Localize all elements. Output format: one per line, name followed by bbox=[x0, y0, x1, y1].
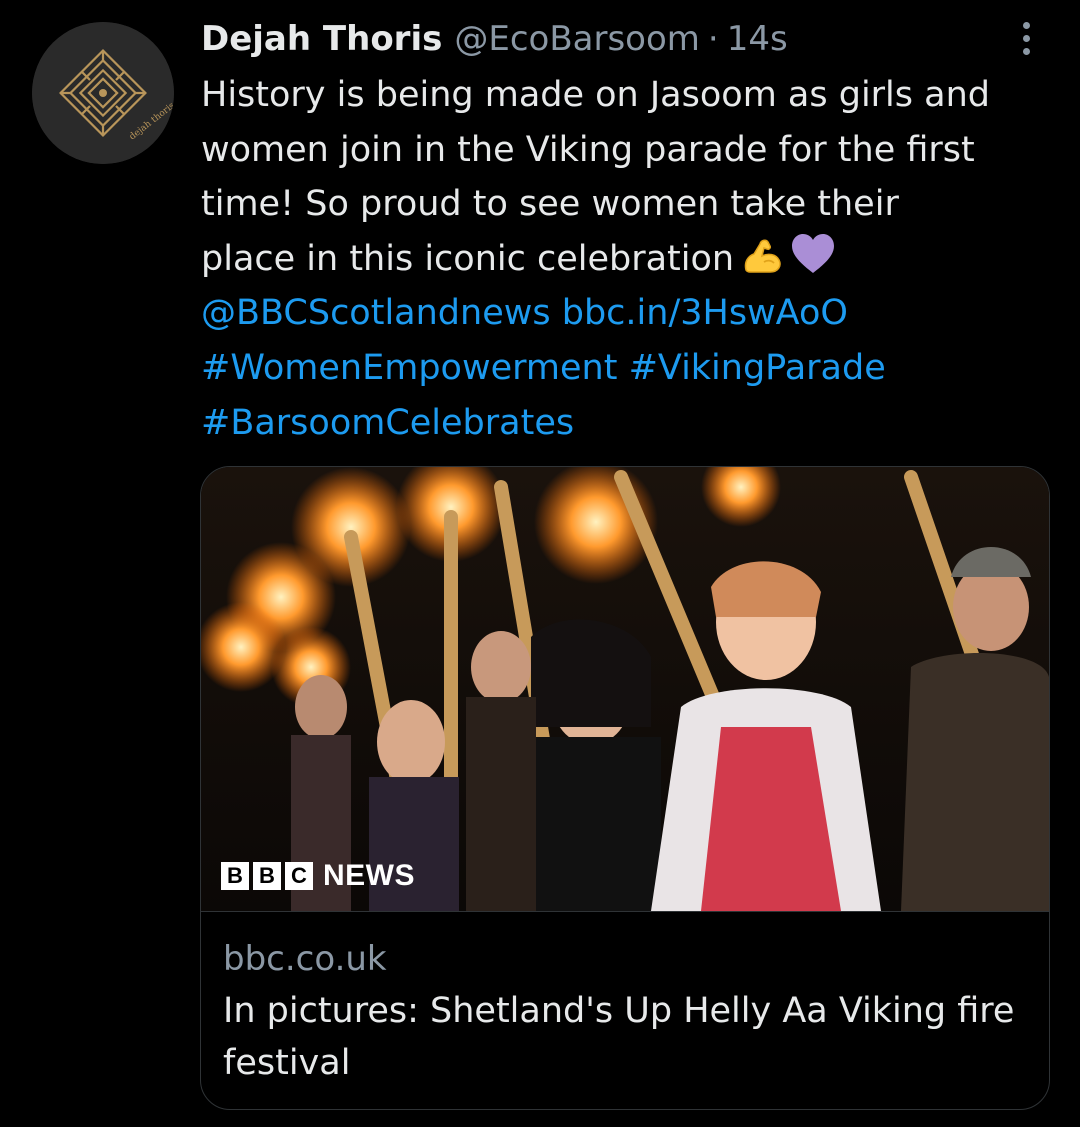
hashtag-link[interactable]: #VikingParade bbox=[629, 348, 886, 388]
card-domain: bbc.co.uk bbox=[223, 939, 387, 979]
link-preview-card[interactable]: B B C NEWS bbc.co.uk In pictures: Shetla… bbox=[200, 466, 1050, 1110]
url-link[interactable]: bbc.in/3HswAoO bbox=[562, 293, 848, 333]
viking-parade-photo bbox=[201, 467, 1049, 911]
logo-letter-box: C bbox=[285, 862, 313, 890]
card-title: In pictures: Shetland's Up Helly Aa Viki… bbox=[223, 991, 1015, 1083]
bbc-news-logo: B B C NEWS bbox=[221, 859, 415, 893]
dejah-thoris-logo-icon: dejah thoris bbox=[32, 22, 174, 164]
tweet[interactable]: dejah thoris Dejah Thoris @EcoBarsoom · … bbox=[0, 0, 1080, 1127]
timestamp[interactable]: 14s bbox=[727, 14, 788, 64]
hashtag-link[interactable]: #WomenEmpowerment bbox=[201, 348, 617, 388]
avatar[interactable]: dejah thoris bbox=[32, 22, 174, 164]
separator-dot: · bbox=[707, 19, 719, 59]
logo-letter-box: B bbox=[253, 862, 281, 890]
tweet-text: History is being made on Jasoom as girls… bbox=[201, 68, 1061, 450]
tweet-header: Dejah Thoris @EcoBarsoom · 14s bbox=[201, 14, 788, 64]
flexed-biceps-emoji-icon bbox=[740, 232, 784, 293]
hashtag-link[interactable]: #BarsoomCelebrates bbox=[201, 403, 574, 443]
display-name[interactable]: Dejah Thoris bbox=[201, 14, 442, 64]
tweet-text-line-with-emoji: place in this iconic celebration bbox=[201, 232, 1061, 287]
tweet-links-line: @BBCScotlandnews bbc.in/3HswAoO bbox=[201, 286, 1061, 341]
tweet-text-line: women join in the Viking parade for the … bbox=[201, 129, 975, 170]
menu-dot bbox=[1022, 47, 1030, 55]
tweet-hashtags-line: #WomenEmpowerment #VikingParade bbox=[201, 341, 1061, 396]
tweet-text-line: time! So proud to see women take their bbox=[201, 184, 899, 225]
more-vertical-icon[interactable] bbox=[1004, 16, 1048, 60]
card-body: bbc.co.uk In pictures: Shetland's Up Hel… bbox=[223, 933, 1023, 1089]
menu-dot bbox=[1022, 21, 1030, 29]
user-handle[interactable]: @EcoBarsoom bbox=[454, 14, 700, 64]
tweet-hashtags-line: #BarsoomCelebrates bbox=[201, 396, 1061, 451]
logo-letter-box: B bbox=[221, 862, 249, 890]
menu-dot bbox=[1022, 34, 1030, 42]
purple-heart-emoji-icon bbox=[790, 232, 836, 293]
tweet-text-line: History is being made on Jasoom as girls… bbox=[201, 75, 990, 115]
tweet-text-segment: place in this iconic celebration bbox=[201, 238, 735, 279]
card-image[interactable]: B B C NEWS bbox=[201, 467, 1049, 912]
mention-link[interactable]: @BBCScotlandnews bbox=[201, 293, 551, 333]
logo-word: NEWS bbox=[323, 859, 415, 892]
